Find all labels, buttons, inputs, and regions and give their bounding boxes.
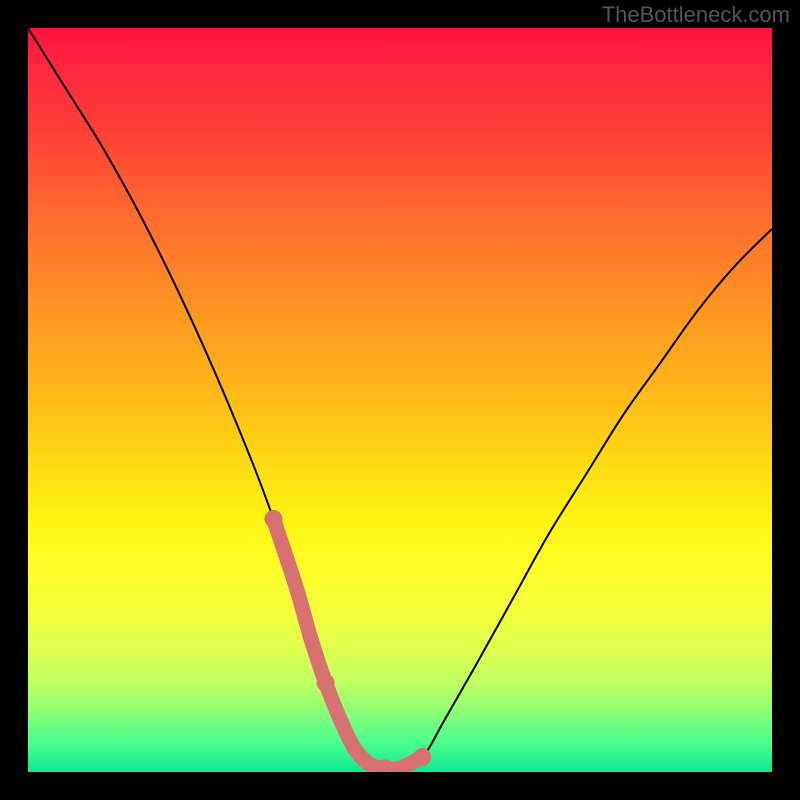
highlight-dot xyxy=(265,510,283,528)
highlight-dot xyxy=(317,674,335,692)
watermark-text: TheBottleneck.com xyxy=(602,2,790,28)
chart-frame: TheBottleneck.com xyxy=(0,0,800,800)
highlight-dot xyxy=(413,748,431,766)
optimal-range-highlight xyxy=(274,519,423,769)
bottleneck-curve xyxy=(28,28,772,769)
plot-area xyxy=(28,28,772,772)
curve-svg xyxy=(28,28,772,772)
